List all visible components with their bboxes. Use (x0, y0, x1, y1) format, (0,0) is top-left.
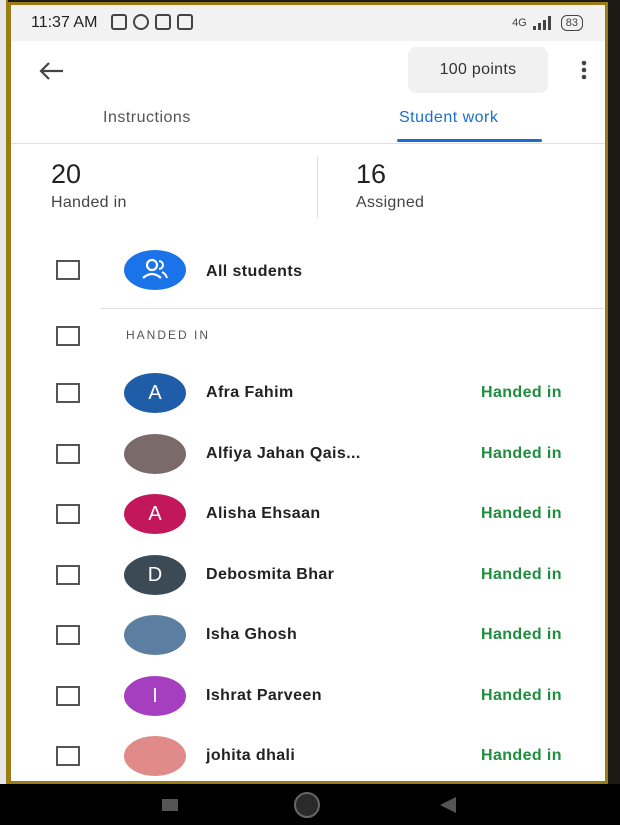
status-right-icons: 4G 83 (512, 15, 583, 31)
status-time: 11:37 AM (31, 14, 98, 31)
stats-divider (317, 156, 318, 218)
stats-summary: 20 Handed in 16 Assigned (11, 144, 605, 230)
all-students-label: All students (206, 263, 303, 280)
whatsapp-icon (133, 14, 149, 30)
tab-bar: Instructions Student work (11, 101, 605, 144)
points-button[interactable]: 100 points (408, 47, 548, 93)
student-status: Handed in (481, 384, 562, 401)
student-row[interactable]: Alfiya Jahan Qais... Handed in (11, 423, 605, 483)
student-status: Handed in (481, 444, 562, 462)
handed-in-label: Handed in (51, 194, 127, 211)
student-status: Handed in (481, 747, 562, 764)
section-heading-handed-in: HANDED IN (126, 328, 211, 342)
student-row[interactable]: Isha Ghosh Handed in (11, 604, 605, 664)
list-divider (101, 308, 605, 309)
tab-student-work[interactable]: Student work (399, 109, 498, 127)
app-screen: 11:37 AM 4G 83 100 points Instructions S… (8, 2, 608, 784)
gallery-icon (155, 14, 171, 30)
back-arrow-icon[interactable] (33, 53, 69, 89)
assigned-label: Assigned (356, 194, 425, 211)
student-checkbox[interactable] (56, 564, 80, 585)
student-status: Handed in (481, 626, 562, 643)
handed-in-count: 20 (51, 159, 82, 189)
student-name: Ishrat Parveen (206, 686, 322, 704)
mute-icon (111, 14, 127, 30)
handed-in-section-checkbox[interactable] (56, 326, 80, 346)
student-row[interactable]: A Alisha Ehsaan Handed in (11, 483, 605, 543)
student-name: Alisha Ehsaan (206, 505, 321, 522)
student-checkbox[interactable] (56, 746, 80, 766)
student-avatar (124, 433, 186, 474)
student-checkbox[interactable] (56, 443, 80, 464)
student-checkbox[interactable] (56, 504, 80, 524)
student-name: johita dhali (206, 747, 296, 764)
signal-icon (532, 16, 551, 30)
notification-icons (111, 14, 193, 30)
android-navigation-bar (0, 784, 620, 825)
student-avatar (124, 615, 186, 655)
assigned-count: 16 (356, 159, 387, 189)
student-avatar: I (124, 675, 186, 716)
student-row[interactable]: A Afra Fahim Handed in (11, 362, 605, 422)
app-bar: 100 points (11, 41, 605, 101)
app-notification-icon (177, 14, 193, 30)
student-name: Alfiya Jahan Qais... (206, 444, 361, 462)
student-name: Isha Ghosh (206, 626, 298, 643)
student-name: Afra Fahim (206, 384, 294, 401)
student-checkbox[interactable] (56, 383, 80, 403)
student-row[interactable]: I Ishrat Parveen Handed in (11, 665, 605, 725)
background-strip (0, 0, 8, 825)
battery-icon: 83 (560, 15, 583, 31)
student-avatar: A (124, 373, 186, 413)
student-status: Handed in (481, 505, 562, 522)
student-avatar: A (124, 494, 186, 534)
student-checkbox[interactable] (56, 625, 80, 645)
more-options-icon[interactable] (574, 55, 594, 85)
all-students-row[interactable]: All students (11, 240, 605, 300)
student-checkbox[interactable] (56, 685, 80, 706)
recent-apps-button[interactable] (162, 799, 178, 811)
student-name: Debosmita Bhar (206, 565, 335, 583)
student-avatar (124, 736, 186, 776)
student-row[interactable]: johita dhali Handed in (11, 725, 605, 781)
student-status: Handed in (481, 686, 562, 704)
home-button[interactable] (294, 792, 320, 818)
network-label: 4G (512, 17, 527, 29)
tab-instructions[interactable]: Instructions (103, 109, 191, 127)
active-tab-indicator (397, 139, 542, 142)
student-avatar: D (124, 554, 186, 595)
student-row[interactable]: D Debosmita Bhar Handed in (11, 544, 605, 604)
group-icon (124, 250, 186, 290)
student-status: Handed in (481, 565, 562, 583)
nav-back-button[interactable] (440, 797, 456, 813)
status-bar: 11:37 AM 4G 83 (11, 5, 605, 41)
all-students-checkbox[interactable] (56, 260, 80, 280)
